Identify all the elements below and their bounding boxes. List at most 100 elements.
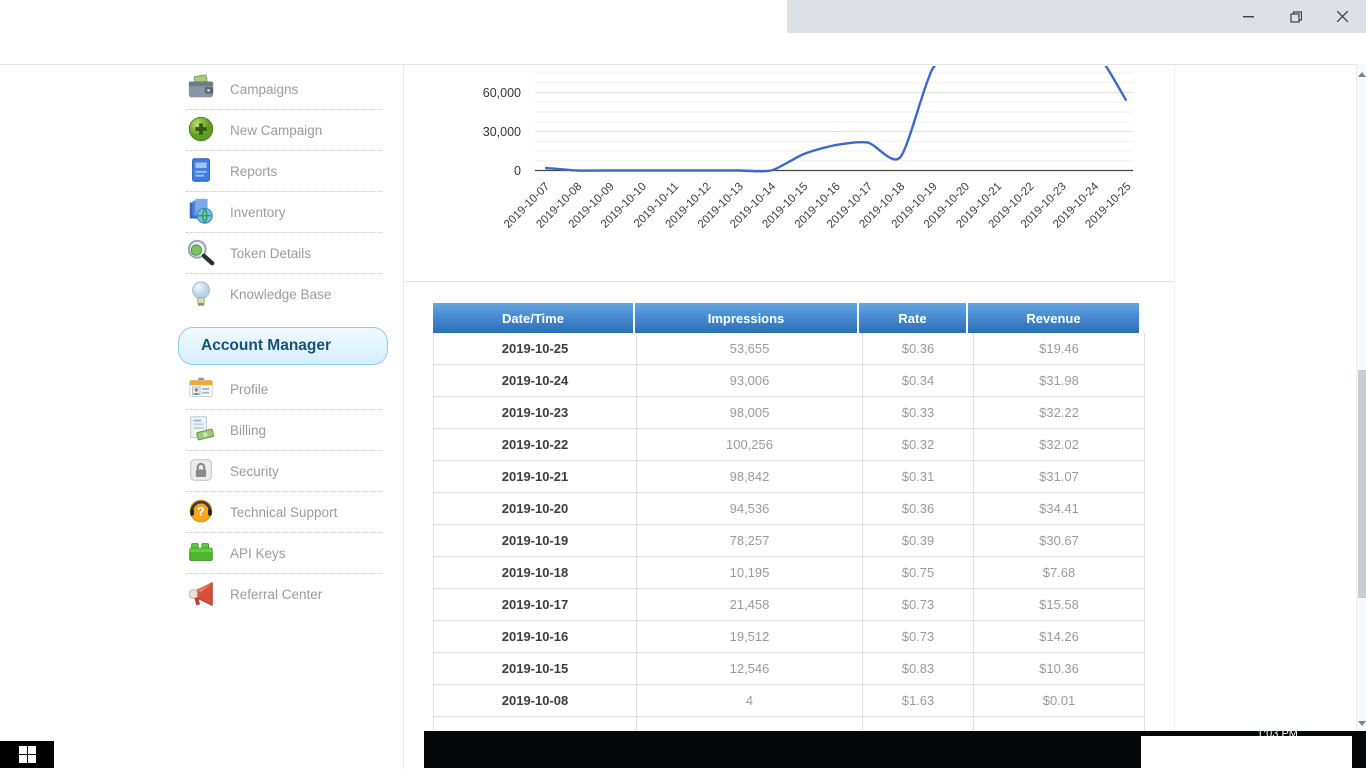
- sidebar-section-account-manager[interactable]: Account Manager: [178, 327, 388, 365]
- page-content: Campaigns New Campaign Reports Inventory Tok…: [0, 38, 1366, 769]
- table-row: 2019-10-08 4 $1.63 $0.01: [433, 685, 1145, 717]
- report-table: Date/Time Impressions Rate Revenue 2019-10-…: [433, 303, 1145, 749]
- inventory-icon: [186, 196, 218, 228]
- date-cell: 2019-10-20: [433, 493, 637, 524]
- value-cell: $0.01: [974, 685, 1145, 716]
- sidebar-item-referral-center[interactable]: Referral Center: [186, 574, 382, 615]
- scroll-down-icon[interactable]: [1358, 719, 1366, 727]
- page-scrollbar[interactable]: [1356, 64, 1366, 731]
- bulb-icon: [186, 279, 218, 311]
- table-row: 2019-10-22 100,256 $0.32 $32.02: [433, 429, 1145, 461]
- sidebar-item-technical-support[interactable]: ? Technical Support: [186, 492, 382, 533]
- sidebar-item-campaigns[interactable]: Campaigns: [186, 69, 382, 110]
- sidebar-item-reports[interactable]: Reports: [186, 151, 382, 192]
- date-cell: 2019-10-21: [433, 461, 637, 492]
- close-icon[interactable]: [1319, 0, 1366, 33]
- svg-text:30,000: 30,000: [483, 125, 521, 139]
- table-row: 2019-10-21 98,842 $0.31 $31.07: [433, 461, 1145, 493]
- value-cell: 12,546: [637, 653, 863, 684]
- date-cell: 2019-10-25: [433, 333, 637, 364]
- table-row: 2019-10-15 12,546 $0.83 $10.36: [433, 653, 1145, 685]
- value-cell: $31.07: [974, 461, 1145, 492]
- billing-icon: [186, 414, 218, 446]
- date-cell: 2019-10-19: [433, 525, 637, 556]
- scrollbar-thumb[interactable]: [1358, 370, 1366, 598]
- lock-icon: [186, 455, 218, 487]
- svg-text:60,000: 60,000: [483, 86, 521, 100]
- sidebar-item-label: Inventory: [230, 204, 286, 220]
- value-cell: 78,257: [637, 525, 863, 556]
- svg-text:0: 0: [514, 164, 521, 178]
- report-icon: [186, 155, 218, 187]
- windows-start-icon[interactable]: [0, 741, 54, 768]
- sidebar-item-label: New Campaign: [230, 122, 323, 138]
- content-divider: [1174, 66, 1175, 732]
- column-header-rate: Rate: [859, 303, 968, 333]
- sidebar-item-security[interactable]: Security: [186, 451, 382, 492]
- sidebar-item-label: Security: [230, 463, 279, 479]
- value-cell: 98,842: [637, 461, 863, 492]
- table-row: 2019-10-20 94,536 $0.36 $34.41: [433, 493, 1145, 525]
- value-cell: $0.33: [863, 397, 974, 428]
- value-cell: $31.98: [974, 365, 1145, 396]
- minimize-button[interactable]: [1225, 0, 1272, 33]
- sidebar-item-label: Token Details: [230, 245, 312, 261]
- sidebar-item-label: Profile: [230, 381, 269, 397]
- sidebar-item-label: Billing: [230, 422, 267, 438]
- wallet-icon: [186, 73, 218, 105]
- value-cell: 19,512: [637, 621, 863, 652]
- table-row: 2019-10-23 98,005 $0.33 $32.22: [433, 397, 1145, 429]
- table-row: 2019-10-19 78,257 $0.39 $30.67: [433, 525, 1145, 557]
- sidebar-item-inventory[interactable]: Inventory: [186, 192, 382, 233]
- megaphone-icon: [186, 579, 218, 611]
- column-header-date-time: Date/Time: [433, 303, 635, 333]
- date-cell: 2019-10-16: [433, 621, 637, 652]
- sidebar-item-label: Reports: [230, 163, 278, 179]
- value-cell: $0.73: [863, 589, 974, 620]
- taskbar-popup: [1141, 736, 1352, 768]
- sidebar-item-token-details[interactable]: Token Details: [186, 233, 382, 274]
- date-cell: 2019-10-24: [433, 365, 637, 396]
- sidebar-item-profile[interactable]: Profile: [186, 369, 382, 410]
- browser-titlebar: [0, 0, 1366, 33]
- value-cell: $1.63: [863, 685, 974, 716]
- search-globe-icon: [186, 237, 218, 269]
- sidebar-item-label: API Keys: [230, 545, 286, 561]
- sidebar-item-label: Referral Center: [230, 587, 323, 602]
- impressions-chart: 0 30,000 60,000 2019-10-07 2019-10-08 2019-10…: [405, 38, 1174, 282]
- table-row: 2019-10-16 19,512 $0.73 $14.26: [433, 621, 1145, 653]
- value-cell: 21,458: [637, 589, 863, 620]
- sidebar-menu-account: Profile Billing Security ? Technical Support…: [186, 369, 382, 615]
- value-cell: 94,536: [637, 493, 863, 524]
- value-cell: 93,006: [637, 365, 863, 396]
- scroll-up-icon[interactable]: [1358, 70, 1366, 78]
- date-cell: 2019-10-17: [433, 589, 637, 620]
- window-controls: [787, 0, 1366, 33]
- restore-button[interactable]: [1272, 0, 1319, 33]
- value-cell: $0.31: [863, 461, 974, 492]
- value-cell: 100,256: [637, 429, 863, 460]
- value-cell: $0.34: [863, 365, 974, 396]
- sidebar-item-knowledge-base[interactable]: Knowledge Base: [186, 274, 382, 315]
- sidebar-item-billing[interactable]: Billing: [186, 410, 382, 451]
- table-header-row: Date/Time Impressions Rate Revenue: [433, 303, 1145, 333]
- sidebar-item-api-keys[interactable]: API Keys: [186, 533, 382, 574]
- add-icon: [186, 114, 218, 146]
- table-row: 2019-10-25 53,655 $0.36 $19.46: [433, 333, 1145, 365]
- svg-text:?: ?: [197, 505, 204, 519]
- date-cell: 2019-10-15: [433, 653, 637, 684]
- sidebar-item-new-campaign[interactable]: New Campaign: [186, 110, 382, 151]
- id-card-icon: [186, 373, 218, 405]
- sidebar-item-label: Campaigns: [230, 81, 299, 97]
- date-cell: 2019-10-22: [433, 429, 637, 460]
- value-cell: $0.73: [863, 621, 974, 652]
- table-row: 2019-10-18 10,195 $0.75 $7.68: [433, 557, 1145, 589]
- value-cell: 98,005: [637, 397, 863, 428]
- column-header-impressions: Impressions: [635, 303, 859, 333]
- support-icon: ?: [186, 496, 218, 528]
- lego-icon: [186, 537, 218, 569]
- section-header-label: Account Manager: [201, 337, 332, 354]
- value-cell: $0.32: [863, 429, 974, 460]
- value-cell: 10,195: [637, 557, 863, 588]
- table-row: 2019-10-17 21,458 $0.73 $15.58: [433, 589, 1145, 621]
